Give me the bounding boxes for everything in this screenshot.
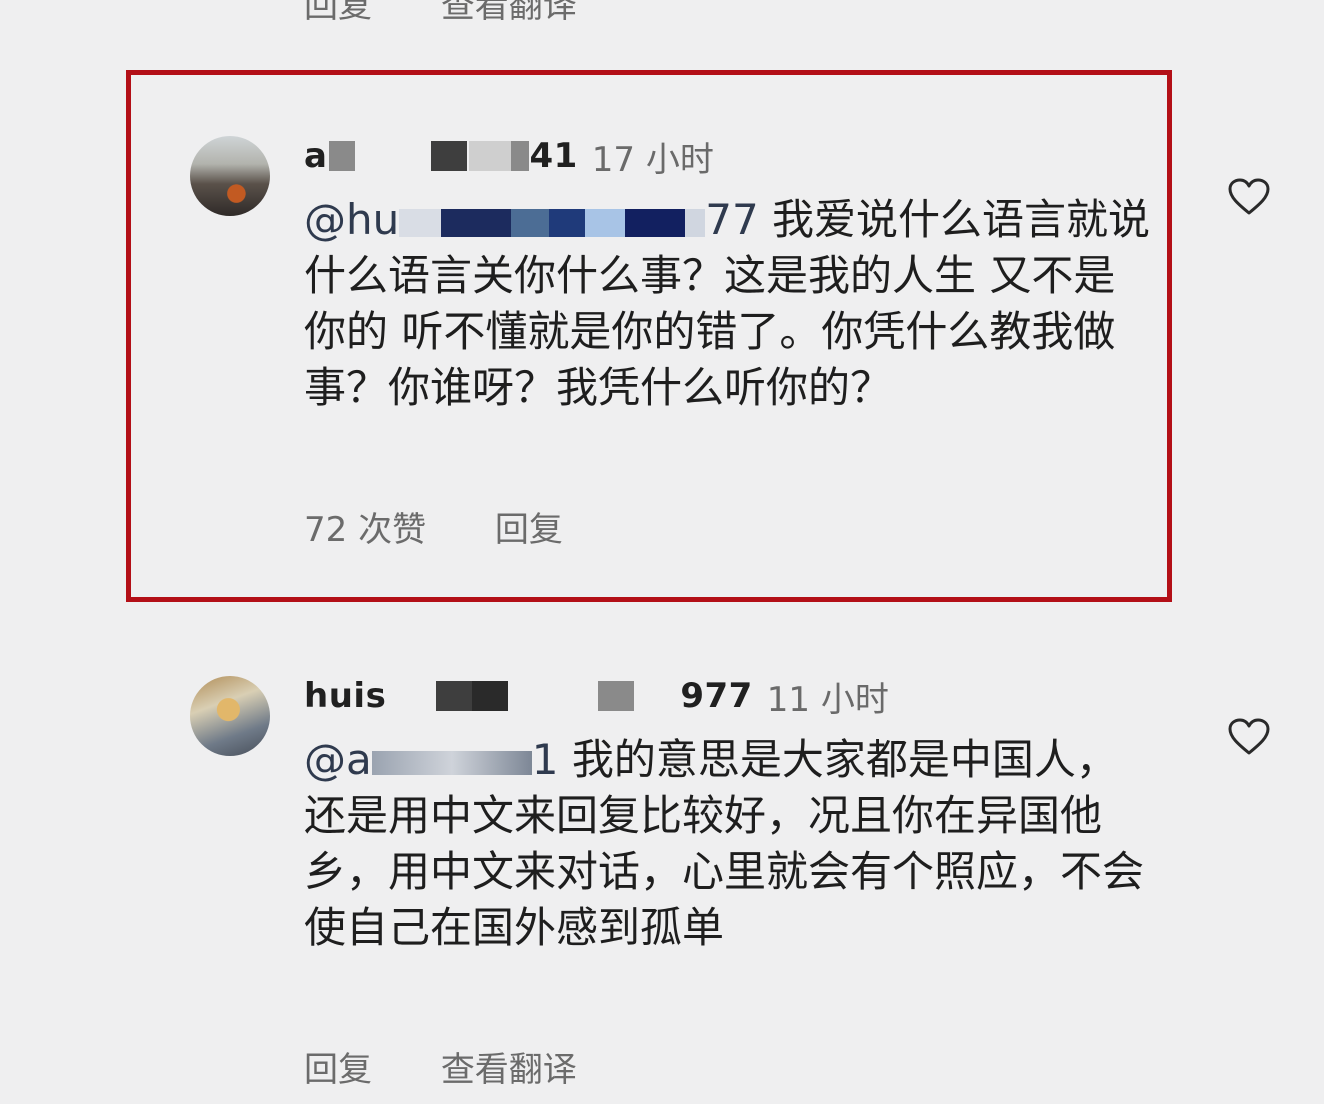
comment-time: 17 小时 (591, 139, 714, 180)
avatar[interactable] (190, 676, 270, 756)
redaction-mark (518, 681, 588, 711)
redaction-mark (585, 208, 626, 237)
likes-count[interactable]: 72 次赞 (304, 510, 426, 550)
username-suffix: 41 (529, 136, 578, 176)
comment-text: @a 1 我的意思是大家都是中国人，还是用中文来回复比较好，况且你在异国他乡，用中… (304, 735, 1145, 952)
redaction-mark (396, 681, 426, 711)
redaction-mark (549, 208, 586, 237)
heart-icon[interactable] (1228, 178, 1270, 216)
comment-text: @hu 77 我爱说什么语言就说什么语言关你什么事？这是我的人生 又不是你的 听不… (304, 195, 1151, 412)
mention-link[interactable]: @hu 77 (304, 195, 759, 244)
redaction-mark (431, 141, 468, 171)
comment-actions: 72 次赞 回复 (304, 502, 621, 551)
redaction-mark (469, 141, 512, 171)
redaction-mark (598, 681, 635, 711)
previous-comment-actions: 回复 查看翻译 (304, 0, 635, 27)
reply-button[interactable]: 回复 (304, 0, 372, 26)
comment-meta: a 41 17 小时 (304, 132, 714, 180)
comment-time: 11 小时 (766, 679, 889, 720)
comment-meta: huis 977 11 小时 (304, 672, 889, 720)
redaction-mark (371, 750, 532, 775)
redaction-mark (685, 208, 706, 237)
view-translation-button[interactable]: 查看翻译 (441, 1050, 577, 1090)
redaction-mark (625, 208, 686, 237)
redaction-mark (511, 141, 530, 171)
redaction-mark (329, 141, 356, 171)
username-suffix: 977 (680, 676, 753, 716)
reply-button[interactable]: 回复 (304, 1050, 372, 1090)
avatar[interactable] (190, 136, 270, 216)
heart-icon[interactable] (1228, 718, 1270, 756)
redaction-mark (472, 681, 509, 711)
username[interactable]: a (304, 136, 327, 176)
reply-button[interactable]: 回复 (495, 510, 563, 550)
username[interactable]: huis (304, 676, 386, 716)
mention-link[interactable]: @a 1 (304, 735, 558, 784)
redaction-mark (644, 681, 680, 711)
redaction-mark (441, 208, 512, 237)
redaction-mark (436, 681, 473, 711)
redaction-mark (365, 141, 421, 171)
redaction-mark (511, 208, 550, 237)
redaction-mark (399, 208, 442, 237)
comment-actions: 回复 查看翻译 (304, 1042, 635, 1091)
view-translation-button[interactable]: 查看翻译 (441, 0, 577, 26)
